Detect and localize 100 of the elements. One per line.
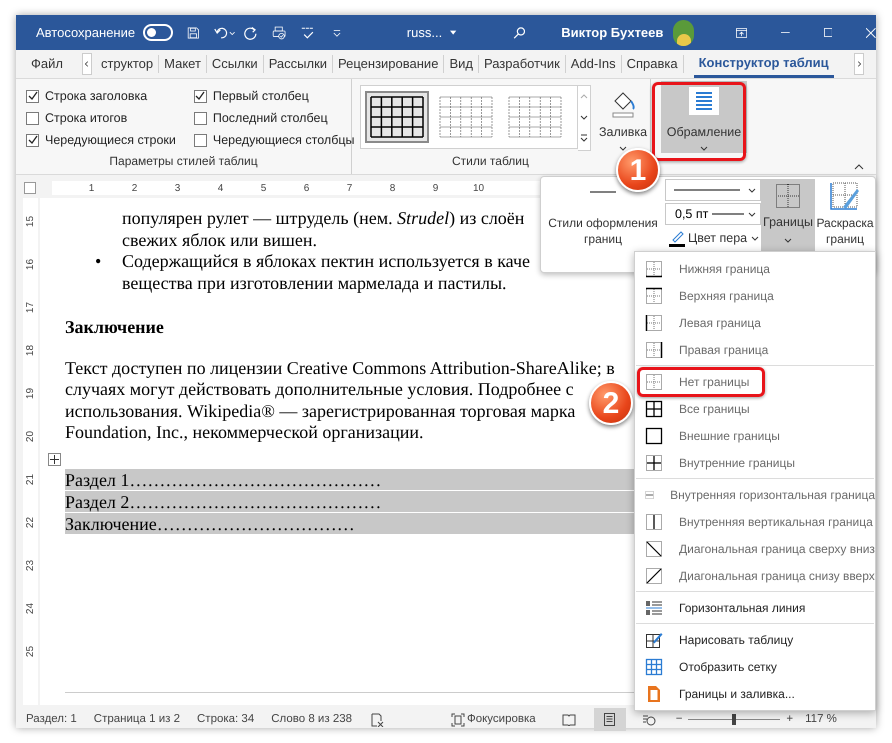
checkbox-label: Первый столбец — [212, 88, 309, 105]
ruler-number: 25 — [24, 646, 37, 658]
text-line: Содержащийся в яблоках пектин используется в каче — [122, 251, 530, 272]
checkbox[interactable] — [26, 112, 39, 124]
diagonal-down-border-icon — [645, 540, 663, 558]
ruler-number: 23 — [24, 560, 37, 572]
text-line: Текст доступен по лицензии Creative Commons Attribution-ShareAlike; в — [65, 358, 615, 379]
document-title[interactable]: russ... — [406, 22, 442, 42]
zoom-out-button[interactable]: − — [676, 710, 682, 728]
borders-split-button[interactable]: Границы — [761, 179, 815, 251]
border-style-icon — [590, 191, 616, 193]
ruler-number: 4 — [216, 182, 224, 196]
toc-entry: Раздел 2…………………………………… — [65, 490, 636, 512]
menu-item[interactable]: Отобразить сетку — [635, 653, 875, 680]
ribbon-tab[interactable]: Рассылки — [264, 50, 332, 78]
checkbox[interactable] — [26, 90, 39, 102]
pen-color-icon[interactable] — [668, 229, 686, 248]
tab-selector-icon[interactable] — [24, 182, 36, 194]
ruler-number: 7 — [346, 182, 354, 196]
text-line: вещества при изготовлении мармелада и пастилы. — [122, 272, 507, 294]
zoom-slider-thumb[interactable] — [732, 714, 736, 725]
heading: Заключение — [65, 317, 164, 338]
ribbon-tab[interactable]: Ссылки — [206, 50, 263, 78]
status-text[interactable]: Страница 1 из 2 — [94, 710, 180, 728]
table-move-handle-icon[interactable] — [48, 452, 61, 466]
web-layout-icon[interactable] — [642, 714, 656, 726]
checkbox-label: Строка итогов — [45, 110, 128, 127]
autosave-toggle[interactable] — [143, 24, 174, 41]
ribbon-tab[interactable]: Файл — [26, 50, 68, 78]
status-text[interactable]: Раздел: 1 — [26, 710, 77, 728]
horizontal-line-icon — [645, 598, 663, 616]
ribbon-tab[interactable]: Макет — [159, 50, 206, 78]
ruler-number: 3 — [174, 182, 182, 196]
ribbon-tab[interactable]: структор — [96, 50, 158, 78]
close-icon[interactable] — [866, 26, 876, 38]
zoom-slider[interactable] — [688, 714, 780, 725]
ribbon-tab[interactable]: Справка — [622, 50, 683, 78]
maximize-icon[interactable] — [824, 27, 832, 38]
checkbox[interactable] — [194, 90, 207, 102]
focus-icon[interactable] — [451, 712, 465, 726]
line-style-icon — [674, 189, 740, 191]
checkbox-label: Строка заголовка — [45, 88, 148, 105]
ribbon-tab[interactable]: Разработчик — [478, 50, 565, 78]
read-mode-icon[interactable] — [562, 714, 576, 726]
focus-mode-button[interactable]: Фокусировка — [467, 710, 536, 728]
dropdown-icon[interactable] — [450, 30, 457, 36]
grid-icon — [645, 658, 663, 676]
search-icon[interactable] — [512, 24, 526, 40]
user-avatar[interactable] — [673, 20, 694, 46]
menu-item[interactable]: Нарисовать таблицу — [635, 626, 875, 653]
text-line: случаях могут действовать дополнительные условия. Подробнее с — [65, 379, 575, 400]
checkbox[interactable] — [194, 134, 207, 146]
proofing-icon[interactable] — [370, 712, 384, 726]
shading-button[interactable]: Заливка — [599, 123, 648, 142]
border-painter-button[interactable]: Раскраска границ — [815, 215, 875, 247]
checkbox-label: Чередующиеся строки — [45, 132, 176, 149]
text-line: использования. Wikipedia® — зарегистрированная торговая марка — [65, 400, 576, 422]
line-weight-dropdown[interactable]: 0,5 пт — [665, 203, 761, 225]
borders-button[interactable]: Обрамление — [661, 81, 747, 153]
ruler-number: 15 — [24, 216, 37, 228]
save-icon[interactable] — [187, 24, 200, 40]
status-text[interactable]: Строка: 34 — [197, 710, 254, 728]
ruler-number: 10 — [472, 182, 486, 196]
text-line: свежих яблок или вишен. — [122, 230, 318, 251]
scroll-right-icon[interactable] — [854, 53, 864, 75]
checkbox-label: Чередующиеся столбцы — [212, 132, 355, 149]
ruler-number: 24 — [24, 602, 37, 614]
table-style-thumbnail[interactable] — [365, 91, 429, 143]
checkbox[interactable] — [26, 134, 39, 146]
border-painter-icon[interactable] — [829, 181, 861, 213]
zoom-level[interactable]: 117 % — [805, 710, 837, 728]
menu-item[interactable]: Границы и заливка... — [635, 680, 875, 707]
inside-vertical-border-icon — [645, 512, 663, 530]
ribbon-tab[interactable]: Вид — [444, 50, 478, 78]
top-border-icon — [645, 286, 663, 304]
diagonal-up-border-icon — [645, 566, 663, 584]
customize-toolbar-icon[interactable] — [332, 28, 341, 38]
collapse-ribbon-icon[interactable] — [854, 164, 864, 170]
no-border-icon — [645, 372, 663, 390]
checkbox[interactable] — [194, 112, 207, 124]
caret-icon — [748, 188, 756, 192]
print-layout-button[interactable] — [594, 708, 626, 731]
caret-icon[interactable] — [619, 146, 628, 151]
ribbon-display-icon[interactable] — [736, 26, 748, 38]
menu-item[interactable]: Горизонтальная линия — [635, 594, 875, 621]
ribbon-tab[interactable]: Add-Ins — [566, 50, 621, 78]
user-name[interactable]: Виктор Бухтеев — [561, 22, 664, 42]
ribbon-tab[interactable]: Рецензирование — [333, 50, 444, 78]
border-styles-button[interactable]: Стили оформления границ — [541, 215, 665, 247]
pen-color-button[interactable]: Цвет пера — [688, 229, 748, 248]
zoom-in-button[interactable]: + — [786, 710, 794, 728]
print-icon[interactable] — [272, 24, 287, 42]
status-text[interactable]: Слово 8 из 238 — [271, 710, 352, 728]
ruler-number: 2 — [130, 182, 138, 196]
ruler-number: 8 — [388, 182, 396, 196]
toc-entry: Раздел 1…………………………………… — [65, 468, 636, 490]
ruler-number: 5 — [260, 182, 268, 196]
scroll-left-icon[interactable] — [82, 53, 92, 75]
line-style-dropdown[interactable] — [665, 179, 761, 201]
ruler-number: 9 — [432, 182, 440, 196]
